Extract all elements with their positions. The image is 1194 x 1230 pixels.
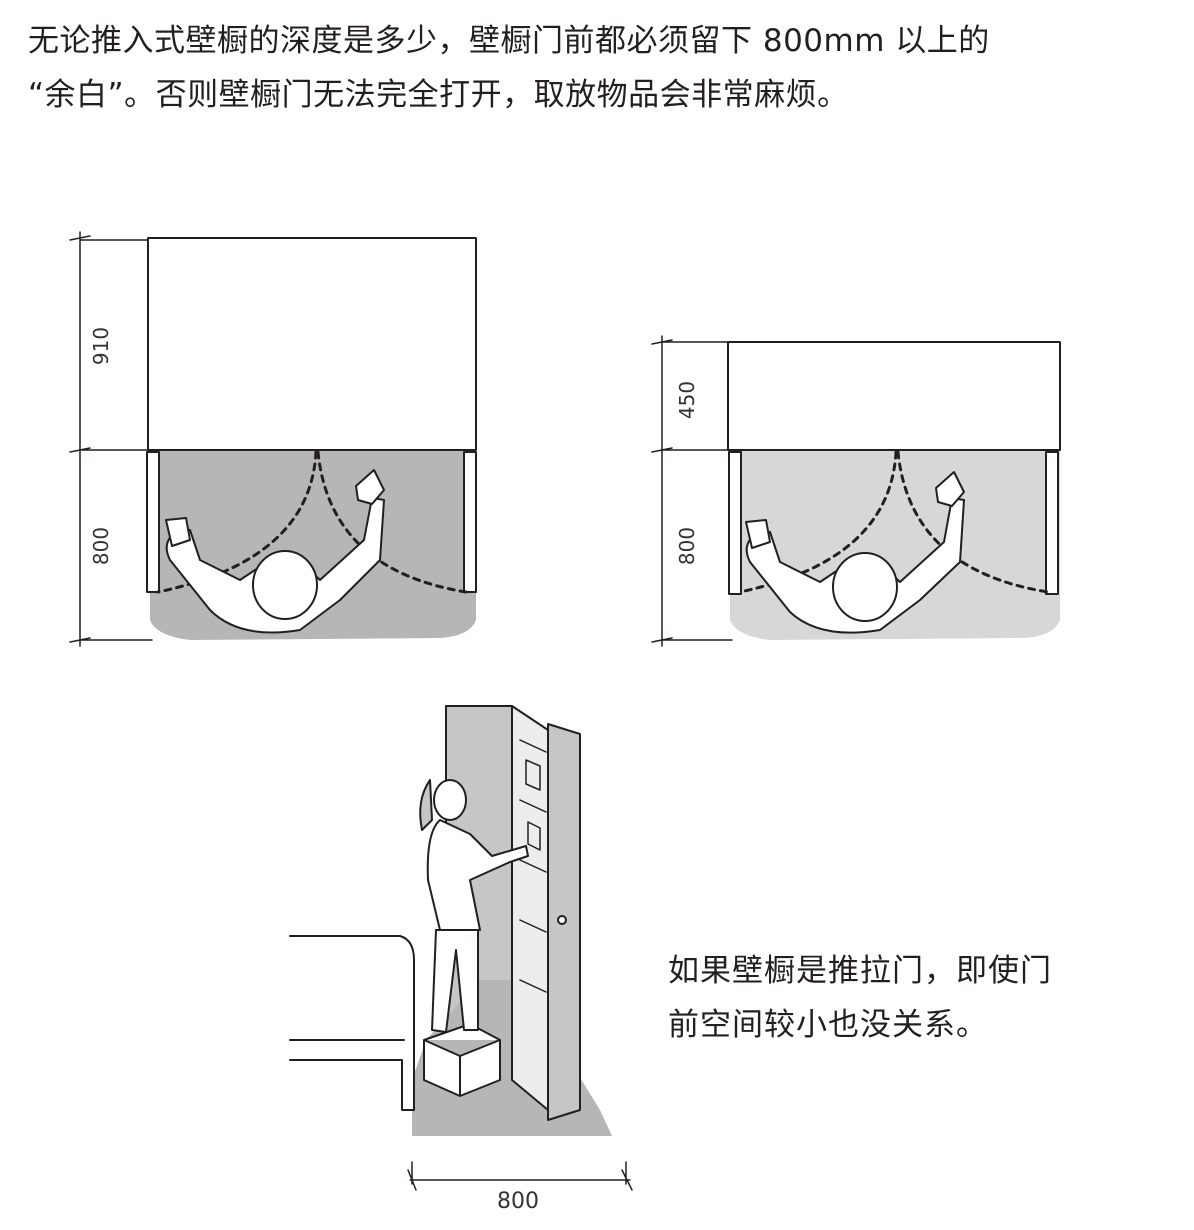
note-line-1: 如果壁橱是推拉门，即使门 [668, 953, 1052, 989]
left-closet-box [147, 237, 477, 451]
scene-door-handle [557, 915, 567, 925]
right-closet-depth-label: 450 [675, 381, 699, 419]
bottom-scene-illustration [289, 705, 633, 1191]
note-line-2: 前空间较小也没关系。 [668, 1007, 988, 1043]
bottom-dimension-line [407, 1161, 633, 1191]
left-closet-depth-label: 910 [89, 327, 113, 365]
sliding-door-note: 如果壁橱是推拉门，即使门 前空间较小也没关系。 [668, 944, 1052, 1052]
left-plan-diagram [69, 231, 477, 647]
right-plan-diagram [651, 335, 1061, 647]
scene-closet-interior [511, 705, 549, 1111]
left-door-jamb-left [146, 451, 160, 593]
left-door-jamb-right [463, 451, 477, 593]
right-door-jamb-left [728, 451, 742, 595]
right-door-jamb-right [1045, 451, 1059, 595]
left-dimension-line [69, 231, 153, 647]
right-closet-box [727, 341, 1061, 451]
scene-bed [289, 935, 415, 1111]
left-clearance-label: 800 [89, 527, 113, 565]
right-clearance-label: 800 [675, 527, 699, 565]
bottom-width-label: 800 [497, 1189, 539, 1214]
